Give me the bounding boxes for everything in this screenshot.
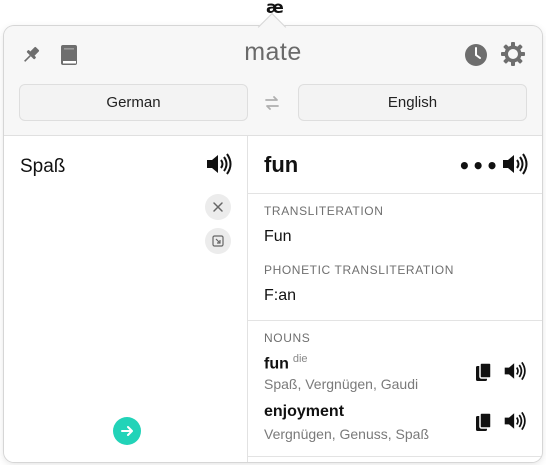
transliteration-title: TRANSLITERATION bbox=[264, 204, 384, 218]
noun-word[interactable]: fun die bbox=[264, 353, 308, 373]
noun-word[interactable]: enjoyment bbox=[264, 403, 344, 421]
gear-icon[interactable] bbox=[500, 41, 526, 67]
result-word: fun bbox=[264, 152, 299, 177]
source-language-button[interactable]: German bbox=[19, 84, 248, 121]
translator-popover: mate German English Spaß fun ••• TRANSLI… bbox=[4, 26, 542, 462]
popover-header: mate German English bbox=[4, 26, 542, 136]
result-speaker-icon[interactable] bbox=[500, 151, 530, 177]
clear-icon[interactable] bbox=[205, 194, 231, 220]
result-pane: fun ••• TRANSLITERATION Fun PHONETIC TRA… bbox=[248, 136, 542, 462]
nouns-title: NOUNS bbox=[264, 331, 311, 345]
copy-icon[interactable] bbox=[473, 411, 495, 433]
target-language-button[interactable]: English bbox=[298, 84, 527, 121]
source-pane[interactable]: Spaß bbox=[4, 136, 248, 462]
source-speaker-icon[interactable] bbox=[204, 151, 234, 177]
noun-synonyms: Spaß, Vergnügen, Gaudi bbox=[264, 376, 419, 392]
source-text-input[interactable]: Spaß bbox=[20, 156, 65, 178]
divider bbox=[248, 456, 542, 457]
noun-word-text: enjoyment bbox=[264, 403, 345, 420]
divider bbox=[248, 320, 542, 321]
noun-article: die bbox=[292, 353, 308, 365]
noun-speaker-icon[interactable] bbox=[502, 359, 528, 383]
copy-icon[interactable] bbox=[473, 361, 495, 383]
divider bbox=[248, 193, 542, 194]
swap-languages-icon[interactable] bbox=[261, 92, 283, 114]
history-clock-icon[interactable] bbox=[463, 42, 489, 68]
noun-speaker-icon[interactable] bbox=[502, 409, 528, 433]
app-title: mate bbox=[244, 38, 302, 66]
translate-go-button[interactable] bbox=[113, 417, 141, 445]
noun-word-text: fun bbox=[264, 355, 289, 373]
expand-icon[interactable] bbox=[205, 228, 231, 254]
phonetic-transliteration-title: PHONETIC TRANSLITERATION bbox=[264, 263, 454, 277]
more-options-button[interactable]: ••• bbox=[458, 154, 499, 178]
transliteration-value: Fun bbox=[264, 228, 292, 245]
noun-synonyms: Vergnügen, Genuss, Spaß bbox=[264, 426, 429, 442]
phonetic-transliteration-value: F:an bbox=[264, 287, 297, 304]
